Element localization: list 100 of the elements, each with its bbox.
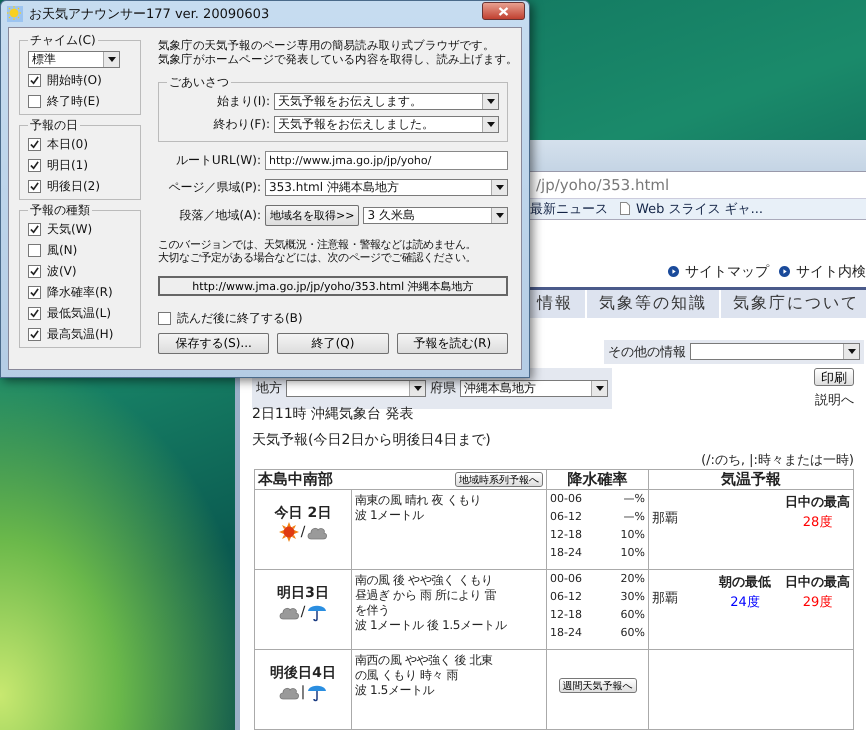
checkbox-label: 波(V): [47, 263, 77, 280]
temperature-header: 日中の最高: [785, 494, 850, 511]
dropdown[interactable]: 353.html 沖縄本島地方: [265, 179, 508, 196]
forecast-text: 南の風 後 やや強く くもり: [355, 572, 494, 588]
caret-icon: [486, 99, 494, 104]
group-label: ごあいさつ: [168, 74, 230, 91]
site-link[interactable]: サイトマップ: [668, 262, 769, 281]
caret-icon: [596, 386, 604, 391]
group-label: 予報の種類: [29, 202, 91, 219]
rain-chance: 30%: [620, 590, 645, 604]
field-label: 段落／地域(A):: [178, 207, 261, 224]
close-icon: [498, 6, 509, 16]
checkbox-label: 明日(1): [47, 157, 88, 174]
select-label: 地方: [256, 380, 282, 398]
day-label: 明日3日: [276, 584, 330, 602]
dropdown[interactable]: 天気予報をお伝えします。: [274, 93, 499, 110]
forecast-text: 南西の風 やや強く 後 北東: [355, 652, 494, 668]
rain-chance: —%: [624, 510, 645, 524]
checkbox[interactable]: [28, 286, 41, 299]
dialog-button[interactable]: 終了(Q): [277, 333, 389, 354]
city-name: 那覇: [652, 510, 678, 527]
temperature-value: 29度: [802, 594, 832, 611]
checkbox[interactable]: [28, 307, 41, 320]
issued-text: 2日11時 沖縄気象台 発表: [252, 404, 415, 423]
legend-text: (/:のち, |:時々または一時): [700, 452, 854, 469]
nav-tab[interactable]: 気象等の知識: [585, 290, 719, 318]
checkbox[interactable]: [28, 138, 41, 151]
field-label: ページ／県域(P):: [167, 179, 261, 196]
checkbox[interactable]: [28, 74, 41, 87]
city-name: 那覇: [652, 590, 678, 607]
temperature-value: 28度: [802, 514, 832, 531]
dialog-button[interactable]: 予報を読む(R): [396, 333, 508, 354]
time-range: 12-18: [550, 528, 582, 542]
window-title: お天気アナウンサー177 ver. 20090603: [29, 6, 270, 23]
dropdown[interactable]: 沖縄本島地方: [460, 380, 608, 397]
weekly-forecast-button[interactable]: 週間天気予報へ: [558, 678, 636, 693]
play-bullet-icon: [668, 266, 679, 278]
icon-separator: /: [300, 524, 306, 540]
rain-chance: 10%: [620, 546, 645, 560]
description-text: 気象庁がホームページで発表している内容を取得し、読み上げます。: [158, 52, 508, 66]
site-link[interactable]: サイト内検: [779, 262, 866, 281]
print-button[interactable]: 印刷: [814, 368, 854, 386]
dropdown[interactable]: [286, 380, 426, 397]
forecast-text: 波 1メートル: [355, 508, 425, 523]
area-timeseries-button[interactable]: 地域時系列予報へ: [455, 472, 543, 487]
notice-text: 大切なご予定がある場合などには、次のページでご確認ください。: [158, 251, 478, 264]
field-label: 始まり(I):: [216, 93, 270, 110]
forecast-text: を伴う: [355, 602, 391, 618]
time-range: 00-06: [550, 492, 582, 506]
checkbox[interactable]: [28, 244, 41, 257]
address-bar[interactable]: /jp/yoho/353.html: [536, 176, 670, 194]
select-label: その他の情報: [608, 344, 686, 361]
temperature-header: 日中の最高: [785, 574, 850, 591]
dropdown[interactable]: 天気予報をお伝えしました。: [274, 116, 499, 133]
nav-tab[interactable]: 気象庁について: [719, 290, 866, 318]
checkbox[interactable]: [28, 95, 41, 108]
caret-icon: [848, 349, 856, 354]
forecast-text: 波 1.5メートル: [355, 682, 436, 698]
url-button[interactable]: http://www.jma.go.jp/jp/yoho/353.html 沖縄本島地方: [158, 276, 508, 296]
rain-chance: 20%: [620, 572, 645, 586]
rain-chance: 10%: [620, 528, 645, 542]
checkbox[interactable]: [28, 180, 41, 193]
forecast-text: 昼過ぎ から 雨 所により 雷: [355, 588, 498, 603]
column-header: 気温予報: [721, 470, 781, 488]
fetch-button[interactable]: 地域名を取得>>: [265, 205, 360, 226]
caret-icon: [414, 386, 422, 391]
checkbox[interactable]: [28, 223, 41, 236]
day-label: 明後日4日: [269, 664, 337, 682]
time-range: 18-24: [550, 626, 582, 640]
nav-tab[interactable]: 情報: [537, 290, 585, 318]
dialog-button[interactable]: 保存する(S)...: [158, 333, 270, 354]
checkbox[interactable]: [28, 159, 41, 172]
sun-icon: [278, 522, 299, 542]
favorites-link[interactable]: Web スライス ギャ...: [620, 200, 764, 218]
checkbox-label: 明後日(2): [47, 178, 100, 195]
checkbox[interactable]: [28, 328, 41, 341]
time-range: 06-12: [550, 590, 582, 604]
rain-chance: —%: [624, 492, 645, 506]
forecast-text: 波 1メートル 後 1.5メートル: [355, 618, 508, 633]
time-range: 18-24: [550, 546, 582, 560]
day-label: 今日 2日: [274, 504, 332, 522]
close-button[interactable]: [482, 2, 525, 20]
dropdown[interactable]: [690, 343, 860, 360]
column-header: 降水確率: [568, 470, 628, 488]
checkbox-label: 降水確率(R): [47, 284, 113, 301]
explanation-link[interactable]: 説明へ: [815, 390, 854, 409]
checkbox[interactable]: [28, 265, 41, 278]
notice-text: このバージョンでは、天気概況・注意報・警報などは読めません。: [158, 238, 478, 251]
dropdown[interactable]: 3 久米島: [363, 207, 508, 224]
caret-icon: [486, 122, 494, 127]
checkbox[interactable]: [158, 312, 171, 325]
dropdown[interactable]: 標準: [28, 51, 120, 68]
checkbox-label: 最高気温(H): [47, 326, 114, 343]
checkbox-label: 終了時(E): [47, 93, 100, 110]
checkbox-label: 天気(W): [47, 221, 92, 238]
input-field[interactable]: http://www.jma.go.jp/jp/yoho/: [265, 151, 508, 170]
temperature-header: 朝の最低: [719, 574, 771, 591]
favorites-link[interactable]: 最新ニュース: [530, 200, 608, 218]
checkbox-label: 本日(0): [47, 136, 88, 153]
field-label: 終わり(F):: [212, 116, 270, 133]
